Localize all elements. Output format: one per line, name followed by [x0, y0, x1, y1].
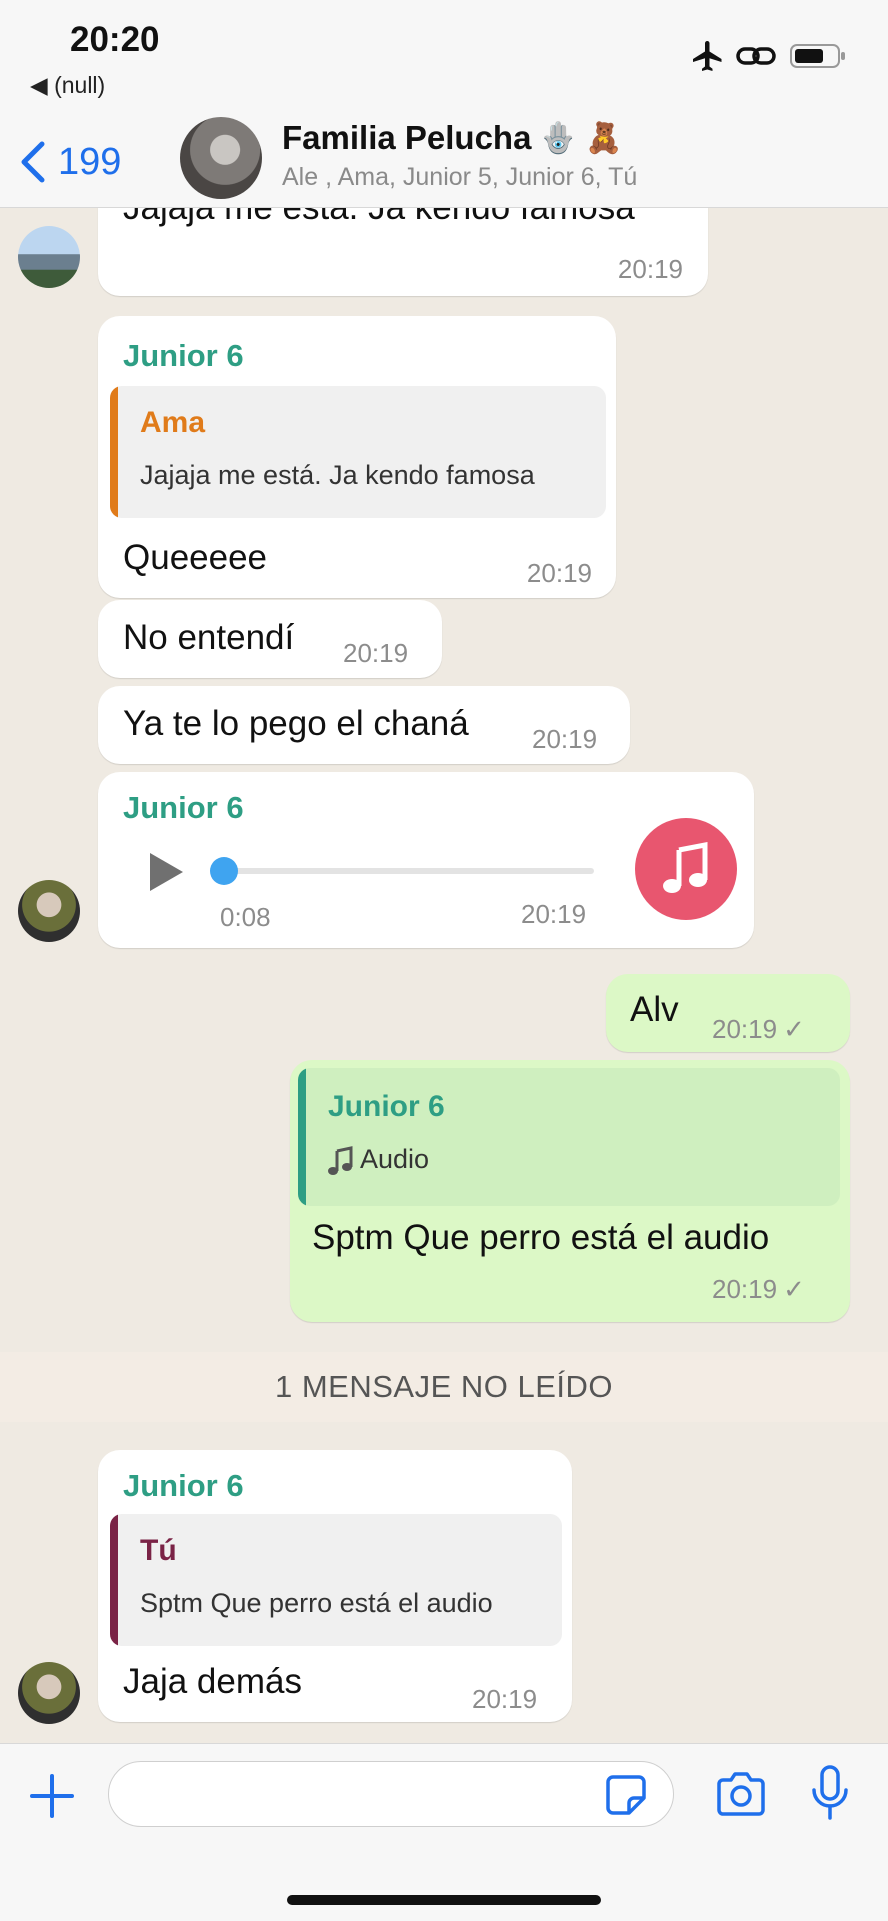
message-input[interactable] [108, 1761, 674, 1827]
avatar[interactable] [18, 1662, 80, 1724]
input-bar [0, 1743, 888, 1921]
microphone-icon[interactable] [810, 1764, 850, 1824]
music-note-icon [663, 842, 708, 893]
message-bubble[interactable]: Junior 6 Audio Sptm Que perro está el au… [290, 1060, 850, 1322]
message-text: No entendí [123, 618, 295, 657]
message-time: 20:19 [617, 254, 683, 284]
audio-message[interactable]: Junior 6 0:08 20:19 [98, 772, 754, 948]
chat-area[interactable]: Jajaja me está. Ja kendo famosa 20:19 Ju… [0, 208, 888, 1743]
message-time: 20:19 [343, 638, 409, 668]
unread-divider: 1 MENSAJE NO LEÍDO [0, 1352, 888, 1422]
message-text: Jaja demás [123, 1662, 302, 1701]
quoted-message[interactable]: Ama Jajaja me está. Ja kendo famosa [110, 386, 606, 518]
message-bubble[interactable]: Jajaja me está. Ja kendo famosa 20:19 [98, 208, 708, 296]
audio-duration: 0:08 [220, 902, 271, 932]
quote-author: Tú [140, 1534, 177, 1567]
group-members: Ale , Ama, Junior 5, Junior 6, Tú [282, 163, 638, 191]
sent-tick-icon: ✓ [783, 1014, 805, 1044]
message-text: Queeeee [123, 538, 268, 577]
quote-text: Audio [360, 1144, 430, 1174]
message-bubble[interactable]: Junior 6 Tú Sptm Que perro está el audio… [98, 1450, 572, 1722]
status-bar: 20:20 ◀ (null) [0, 0, 888, 115]
quote-bar [110, 386, 118, 518]
group-title[interactable]: Familia Pelucha 🪬 🧸 [282, 119, 622, 157]
message-time: 20:19 [712, 1014, 778, 1044]
home-indicator [287, 1895, 601, 1905]
link-icon [736, 47, 776, 65]
group-title-emoji: 🪬 🧸 [539, 121, 623, 155]
quote-bar [110, 1514, 118, 1646]
message-text: Alv [630, 990, 679, 1029]
message-bubble[interactable]: Alv 20:19 ✓ [606, 974, 850, 1052]
message-time: 20:19 [526, 558, 592, 588]
airplane-icon [693, 41, 722, 71]
quote-bar [298, 1068, 306, 1206]
message-bubble[interactable]: No entendí 20:19 [98, 600, 442, 678]
back-to-app[interactable]: ◀ (null) [30, 72, 105, 99]
quoted-message[interactable]: Junior 6 Audio [298, 1068, 840, 1206]
message-text: Jajaja me está. Ja kendo famosa [123, 208, 635, 228]
message-bubble[interactable]: Junior 6 Ama Jajaja me está. Ja kendo fa… [98, 316, 616, 598]
message-time: 20:19 [472, 1684, 538, 1714]
quote-text: Sptm Que perro está el audio [140, 1588, 493, 1618]
status-time: 20:20 [70, 20, 160, 59]
quoted-message[interactable]: Tú Sptm Que perro está el audio [110, 1514, 562, 1646]
quote-author: Ama [140, 406, 206, 439]
camera-icon[interactable] [714, 1770, 768, 1818]
sender-name: Junior 6 [123, 790, 244, 825]
message-text: Sptm Que perro está el audio [312, 1218, 770, 1257]
audio-progress-handle[interactable] [210, 857, 238, 885]
sender-name: Junior 6 [123, 338, 244, 373]
sender-name: Junior 6 [123, 1468, 244, 1503]
music-avatar [635, 818, 737, 920]
back-button[interactable]: 199 [18, 132, 121, 192]
battery-icon [790, 44, 845, 68]
message-bubble[interactable]: Ya te lo pego el chaná 20:19 [98, 686, 630, 764]
sent-tick-icon: ✓ [783, 1274, 805, 1304]
audio-progress-track[interactable] [218, 868, 594, 874]
quote-author: Junior 6 [328, 1090, 445, 1123]
sticker-icon[interactable] [605, 1774, 647, 1816]
back-chevron-icon [21, 141, 45, 183]
chat-header: 199 Familia Pelucha 🪬 🧸 Ale , Ama, Junio… [0, 115, 888, 208]
message-time: 20:19 [712, 1274, 778, 1304]
message-time: 20:19 [532, 724, 598, 754]
quote-text: Jajaja me está. Ja kendo famosa [140, 460, 535, 490]
message-text: Ya te lo pego el chaná [123, 704, 469, 743]
group-avatar[interactable] [180, 117, 262, 199]
message-time: 20:19 [521, 899, 587, 929]
avatar[interactable] [18, 880, 80, 942]
audio-note-icon [328, 1146, 353, 1175]
unread-chats-count: 199 [58, 140, 122, 183]
group-title-text: Familia Pelucha [282, 119, 532, 156]
play-icon[interactable] [146, 850, 186, 894]
avatar[interactable] [18, 226, 80, 288]
plus-icon[interactable] [28, 1772, 76, 1820]
